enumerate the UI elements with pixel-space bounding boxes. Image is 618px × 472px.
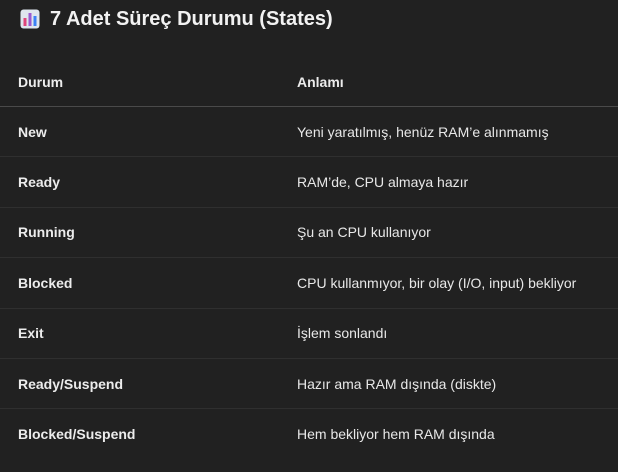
chat-response: 7 Adet Süreç Durumu (States) Durum Anlam… [0, 0, 618, 472]
table-header-row: Durum Anlamı [0, 58, 618, 107]
state-meaning: Hazır ama RAM dışında (diskte) [279, 358, 618, 410]
states-table: Durum Anlamı New Yeni yaratılmış, henüz … [0, 58, 618, 459]
state-name: New [0, 106, 279, 158]
state-name: Ready/Suspend [0, 358, 279, 410]
state-meaning: Hem bekliyor hem RAM dışında [297, 426, 495, 443]
table-row: Blocked CPU kullanmıyor, bir olay (I/O, … [0, 257, 618, 309]
table-row: Running Şu an CPU kullanıyor [0, 207, 618, 259]
bar-chart-icon [20, 9, 40, 29]
table-row: New Yeni yaratılmış, henüz RAM’e alınmam… [0, 106, 618, 158]
table-row: Ready RAM’de, CPU almaya hazır [0, 156, 618, 208]
column-header-anlami: Anlamı [279, 58, 618, 107]
state-name: Ready [0, 156, 279, 208]
state-meaning: RAM’de, CPU almaya hazır [279, 156, 618, 208]
state-meaning: CPU kullanmıyor, bir olay (I/O, input) b… [279, 257, 618, 309]
column-header-durum: Durum [0, 58, 279, 107]
state-name: Blocked/Suspend [18, 426, 136, 443]
state-name: Exit [0, 308, 279, 359]
table-row: Blocked/Suspend Hem bekliyor hem RAM dış… [0, 409, 618, 459]
state-meaning: Şu an CPU kullanıyor [279, 207, 618, 259]
section-heading: 7 Adet Süreç Durumu (States) [20, 5, 333, 33]
table-row: Exit İşlem sonlandı [0, 308, 618, 359]
state-name: Blocked [0, 257, 279, 309]
state-meaning: İşlem sonlandı [279, 308, 618, 359]
table-row: Ready/Suspend Hazır ama RAM dışında (dis… [0, 358, 618, 410]
heading-text: 7 Adet Süreç Durumu (States) [50, 7, 333, 30]
state-name: Running [0, 207, 279, 259]
state-meaning: Yeni yaratılmış, henüz RAM’e alınmamış [279, 106, 618, 158]
